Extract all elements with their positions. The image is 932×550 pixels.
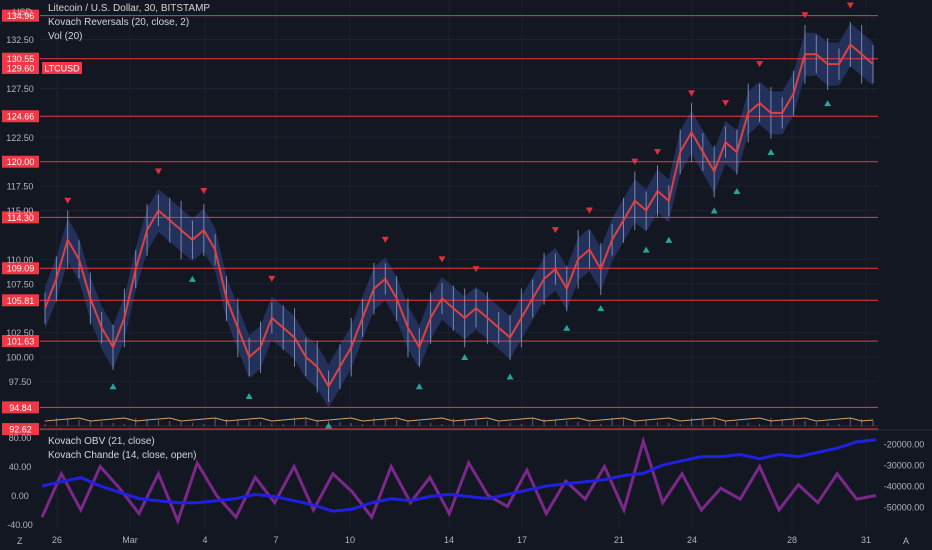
chart-title[interactable]: Litecoin / U.S. Dollar, 30, BITSTAMP — [48, 3, 210, 14]
obv-tick-label: -50000.00 — [884, 503, 925, 513]
indicator-label-obv[interactable]: Kovach OBV (21, close) — [48, 436, 155, 447]
indicator-label-reversals[interactable]: Kovach Reversals (20, close, 2) — [48, 17, 189, 28]
time-tick-label: 17 — [517, 535, 527, 545]
level-label: 124.66 — [7, 112, 35, 122]
oscillator-tick-label: 80.00 — [9, 433, 32, 443]
price-tick-label: 122.50 — [6, 133, 34, 143]
time-tick-label: 7 — [273, 535, 278, 545]
chart-canvas[interactable]: 134.96130.55124.66120.00114.30109.09105.… — [0, 0, 932, 550]
level-label: 120.00 — [7, 157, 35, 167]
oscillator-tick-label: 0.00 — [11, 491, 29, 501]
auto-scale-button[interactable]: A — [903, 536, 909, 546]
price-tick-label: 127.50 — [6, 84, 34, 94]
time-tick-label: 28 — [787, 535, 797, 545]
time-tick-label: 24 — [687, 535, 697, 545]
last-price-value: 129.60 — [7, 63, 35, 73]
oscillator-tick-label: 40.00 — [9, 462, 32, 472]
price-tick-label: 100.00 — [6, 353, 34, 363]
price-tick-label: 97.50 — [9, 377, 32, 387]
level-label: 109.09 — [7, 264, 35, 274]
time-tick-label: 4 — [202, 535, 207, 545]
indicator-label-chande[interactable]: Kovach Chande (14, close, open) — [48, 450, 196, 461]
time-tick-label: Mar — [122, 535, 138, 545]
obv-tick-label: -30000.00 — [884, 461, 925, 471]
level-label: 94.84 — [9, 403, 32, 413]
level-label: 105.81 — [7, 296, 35, 306]
obv-tick-label: -40000.00 — [884, 482, 925, 492]
symbol-tag: LTCUSD — [44, 63, 80, 73]
price-tick-label: 102.50 — [6, 328, 34, 338]
price-tick-label: 107.50 — [6, 279, 34, 289]
price-tick-label: 117.50 — [7, 182, 34, 192]
time-tick-label: 10 — [345, 535, 355, 545]
time-tick-label: 21 — [614, 535, 624, 545]
price-tick-label: 115.00 — [7, 206, 34, 216]
indicator-label-volume[interactable]: Vol (20) — [48, 31, 82, 42]
currency-label: USD — [13, 7, 33, 17]
price-tick-label: 110.00 — [7, 255, 34, 265]
time-tick-label: 14 — [444, 535, 454, 545]
price-tick-label: 132.50 — [6, 35, 34, 45]
time-tick-label: 26 — [52, 535, 62, 545]
obv-tick-label: -20000.00 — [884, 440, 925, 450]
oscillator-tick-label: -40.00 — [7, 520, 33, 530]
timezone-toggle-button[interactable]: Z — [17, 536, 23, 546]
time-tick-label: 31 — [861, 535, 871, 545]
